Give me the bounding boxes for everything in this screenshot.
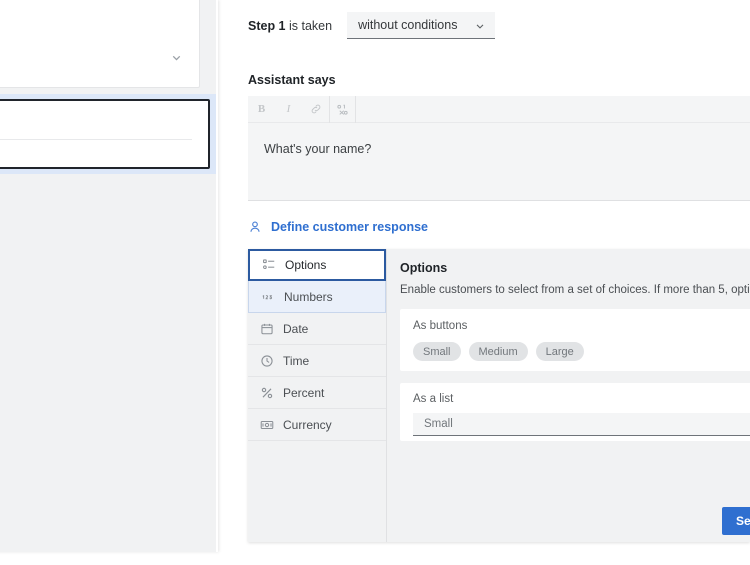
currency-icon <box>260 418 274 432</box>
option-chip[interactable]: Medium <box>468 342 528 361</box>
response-type-options[interactable]: Options <box>248 249 386 281</box>
condition-select-value: without conditions <box>358 18 458 32</box>
response-type-list: Options Numbers Date Time Percent Curren… <box>248 249 387 542</box>
chevron-down-icon <box>474 19 486 31</box>
as-list-field[interactable]: Small <box>413 413 750 436</box>
italic-icon[interactable]: I <box>275 96 302 123</box>
flow-card-divider <box>0 139 192 140</box>
flow-card-step[interactable]: name? to next step <box>0 99 210 169</box>
editor-toolbar: B I <box>248 95 750 123</box>
link-icon[interactable] <box>302 96 329 123</box>
detail-description: Enable customers to select from a set of… <box>400 284 750 296</box>
app-screen: ages name? to next step Step 1 is taken … <box>0 0 750 565</box>
response-type-detail: Options Enable customers to select from … <box>388 249 750 542</box>
step-number: Step 1 <box>248 18 286 33</box>
chevron-down-icon[interactable] <box>170 51 183 64</box>
as-list-card: As a list Small <box>400 383 750 441</box>
response-type-currency[interactable]: Currency <box>248 409 386 441</box>
variable-icon[interactable] <box>329 95 356 123</box>
calendar-icon <box>260 322 274 336</box>
as-buttons-card: As buttons Small Medium Large <box>400 309 750 371</box>
options-list-icon <box>262 258 276 272</box>
main-editor-column: Step 1 is taken without conditions Assis… <box>237 0 750 565</box>
assistant-message-body[interactable]: What's your name? <box>248 123 750 200</box>
as-buttons-label: As buttons <box>413 320 468 332</box>
flow-card-selected-wrapper: name? to next step <box>0 94 216 174</box>
assistant-message-text: What's your name? <box>264 142 372 156</box>
define-customer-response-label: Define customer response <box>271 220 428 234</box>
select-button[interactable]: Select <box>722 507 750 535</box>
detail-title: Options <box>400 261 448 275</box>
response-type-percent[interactable]: Percent <box>248 377 386 409</box>
response-type-numbers[interactable]: Numbers <box>248 281 386 313</box>
step-label: Step 1 is taken <box>248 19 332 33</box>
numbers-123-icon <box>261 290 275 304</box>
step-taken-text: is taken <box>285 18 333 33</box>
response-type-options-label: Options <box>285 258 327 272</box>
condition-select[interactable]: without conditions <box>347 12 496 39</box>
response-type-time[interactable]: Time <box>248 345 386 377</box>
assistant-says-label: Assistant says <box>248 73 336 87</box>
as-list-label: As a list <box>413 393 454 405</box>
response-type-percent-label: Percent <box>283 385 325 400</box>
response-type-panel: Options Numbers Date Time Percent Curren… <box>248 249 750 542</box>
user-icon <box>248 220 262 234</box>
response-type-date-label: Date <box>283 321 309 336</box>
option-chip[interactable]: Small <box>413 342 461 361</box>
left-flow-panel: ages name? to next step <box>0 0 216 552</box>
response-type-currency-label: Currency <box>283 417 332 432</box>
clock-icon <box>260 354 274 368</box>
option-chip[interactable]: Large <box>535 342 584 361</box>
assistant-message-editor[interactable]: B I What's your name? <box>248 95 750 201</box>
flow-card-messages[interactable]: ages <box>0 0 200 88</box>
percent-icon <box>260 386 274 400</box>
response-type-numbers-label: Numbers <box>284 289 333 304</box>
define-customer-response[interactable]: Define customer response <box>248 220 428 234</box>
bold-icon[interactable]: B <box>248 96 275 123</box>
option-chip-group: Small Medium Large <box>413 342 750 361</box>
step-condition-row: Step 1 is taken without conditions <box>248 12 496 39</box>
response-type-time-label: Time <box>283 353 310 368</box>
response-type-date[interactable]: Date <box>248 313 386 345</box>
